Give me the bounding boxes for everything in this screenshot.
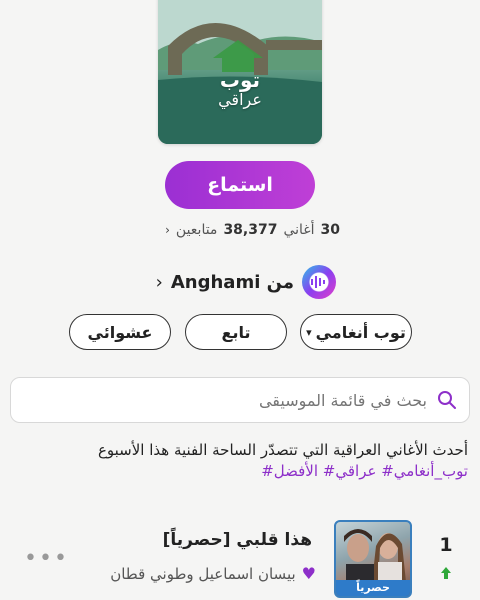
sort-label: توب أنغامي (315, 322, 406, 342)
caret-down-icon: ▾ (306, 325, 312, 339)
followers-label: متابعين (175, 222, 218, 238)
artist-photo (344, 529, 406, 582)
search-input[interactable] (45, 389, 429, 411)
playlist-source[interactable]: من Anghami ‹ (156, 263, 336, 301)
heart-icon[interactable]: ♥ (302, 564, 316, 583)
play-button[interactable]: استماع (165, 161, 315, 209)
chevron-left-icon: ‹ (155, 271, 163, 293)
songs-count: 30 (320, 222, 340, 238)
cover-title: توب (219, 68, 261, 92)
followers-count: 38,377 (223, 222, 278, 238)
playlist-stats[interactable]: 30 أغاني 38,377 متابعين ‹ (165, 220, 340, 240)
anghami-logo-icon (302, 265, 336, 299)
track-thumbnail: حصرياً (334, 520, 412, 598)
description-tags[interactable]: توب_أنغامي# عراقي# الأفضل# (8, 461, 468, 482)
cover-subtitle: عراقي (218, 90, 262, 109)
search-icon (438, 391, 456, 409)
songs-label: أغاني (283, 222, 315, 238)
track-rank: 1 (439, 534, 453, 556)
follow-button[interactable]: تابع (185, 314, 287, 350)
search-bar[interactable] (10, 377, 470, 423)
more-options-icon[interactable]: ••• (24, 546, 69, 571)
trend-up-icon (441, 567, 451, 579)
playlist-cover: توب عراقي (158, 0, 322, 144)
track-artist-row: ♥ بيسان اسماعيل وطوني قطان (110, 564, 316, 583)
description-text: أحدث الأغاني العراقية التي تتصدّر الساحة… (97, 441, 468, 459)
playlist-description: أحدث الأغاني العراقية التي تتصدّر الساحة… (8, 440, 468, 482)
source-label: من Anghami (170, 271, 294, 293)
sort-dropdown[interactable]: توب أنغامي ▾ (300, 314, 412, 350)
track-title: هذا قلبي [حصرياً] (162, 530, 312, 550)
track-row[interactable]: 1 حصرياً هذا قلبي [حصرياً] ♥ بيسان اسماع… (0, 510, 480, 600)
shuffle-button[interactable]: عشوائي (69, 314, 171, 350)
chevron-left-icon: ‹ (165, 223, 170, 237)
track-artist: بيسان اسماعيل وطوني قطان (110, 564, 296, 583)
exclusive-badge: حصرياً (336, 580, 410, 596)
